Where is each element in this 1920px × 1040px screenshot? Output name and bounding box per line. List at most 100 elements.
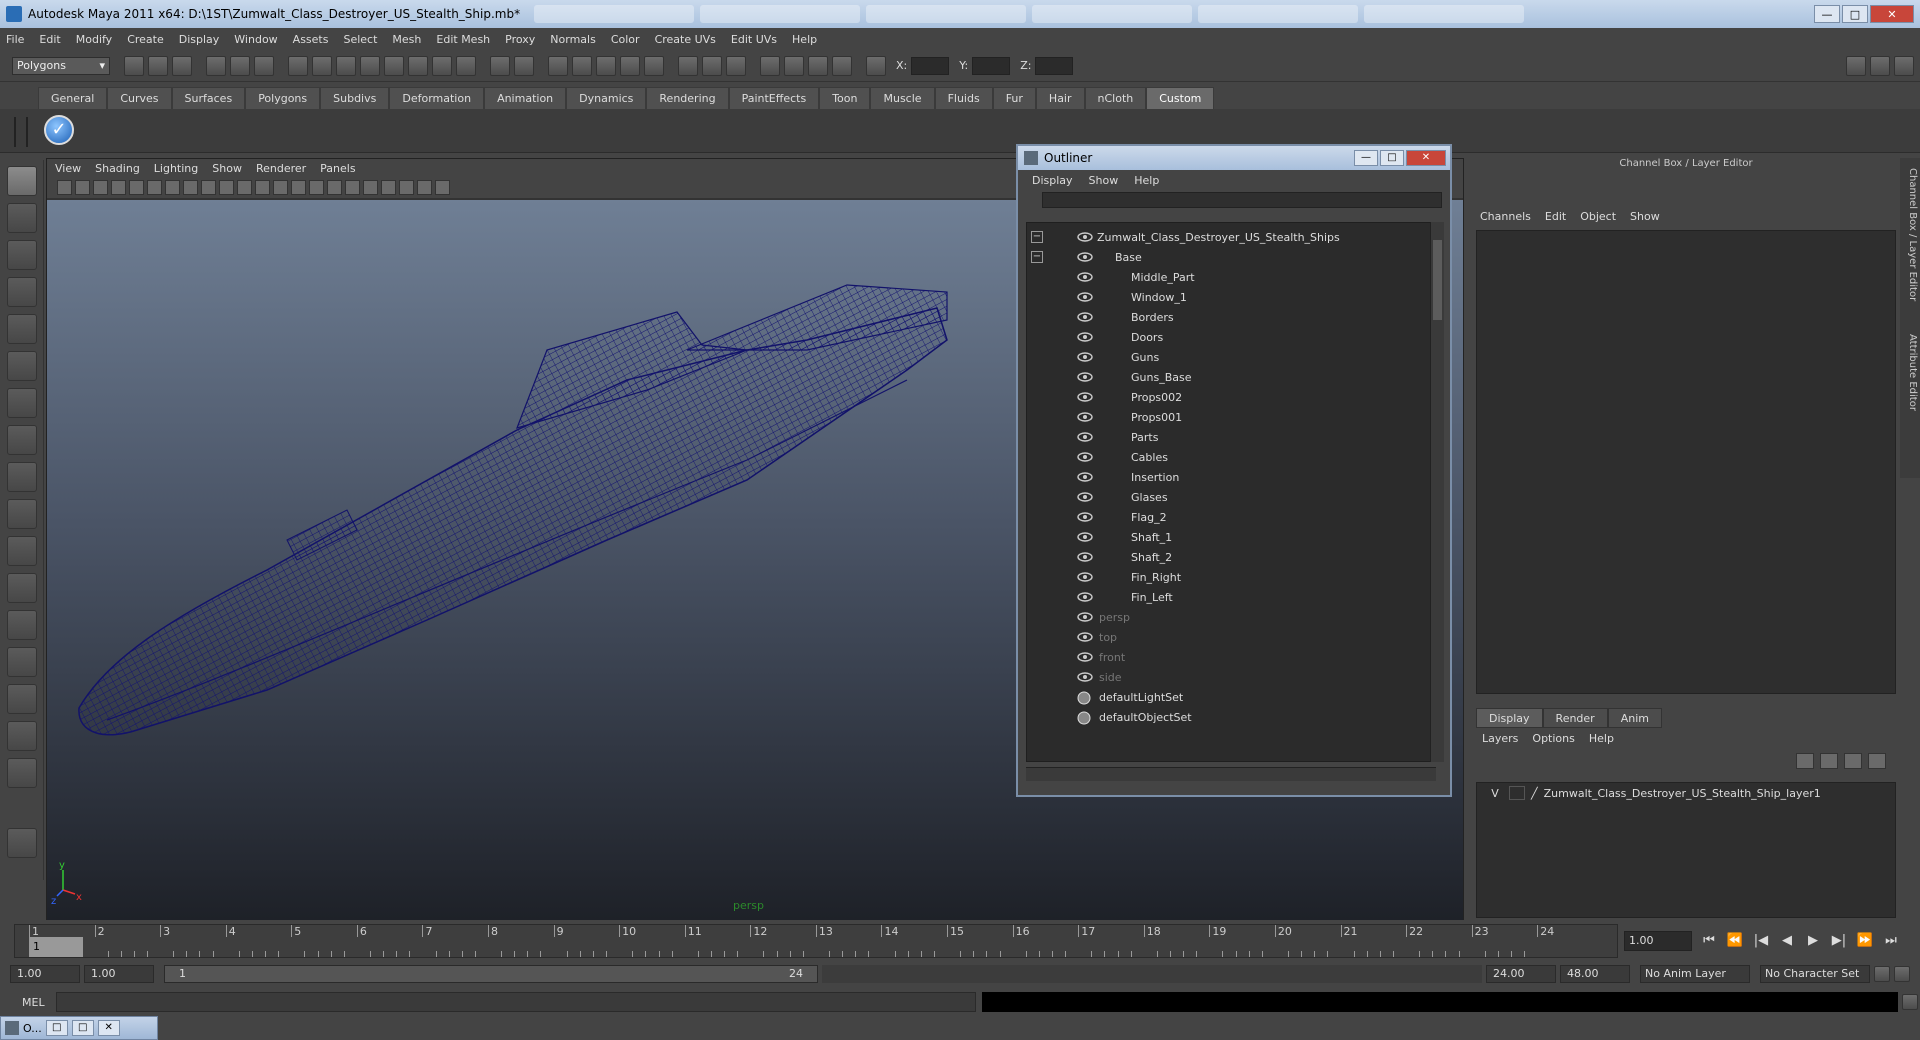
mask-misc-icon[interactable]: [456, 55, 476, 76]
layer-playback-toggle[interactable]: [1509, 786, 1525, 800]
toggle-tool-settings-icon[interactable]: [1870, 55, 1890, 76]
step-forward-frame-icon[interactable]: ▶|: [1830, 932, 1848, 950]
lock-selection-icon[interactable]: [490, 55, 510, 76]
move-layer-up-icon[interactable]: [1796, 753, 1814, 769]
shelf-tab-rendering[interactable]: Rendering: [646, 87, 729, 109]
paint-select-tool-icon[interactable]: [7, 240, 37, 270]
current-time-field[interactable]: 1.00: [1624, 931, 1692, 951]
go-to-end-icon[interactable]: ⏭: [1882, 932, 1900, 950]
viewport-menu-panels[interactable]: Panels: [320, 162, 355, 175]
wireframe-on-shaded-icon[interactable]: [291, 180, 306, 195]
close-minimized-button[interactable]: ✕: [97, 1020, 120, 1036]
transform-field-icon[interactable]: [866, 55, 886, 76]
hypergraph-icon[interactable]: [7, 828, 37, 858]
rotate-tool-icon[interactable]: [7, 314, 37, 344]
shelf-tab-subdivs[interactable]: Subdivs: [320, 87, 390, 109]
film-gate-icon[interactable]: [147, 180, 162, 195]
auto-key-icon[interactable]: [1874, 966, 1890, 982]
current-frame-indicator[interactable]: 1: [29, 937, 83, 957]
layer-visibility-toggle[interactable]: V: [1487, 787, 1503, 800]
outliner-item[interactable]: Doors: [1027, 327, 1427, 347]
shelf-tab-custom[interactable]: Custom: [1146, 87, 1215, 109]
outliner-horizontal-scrollbar[interactable]: [1026, 767, 1436, 781]
animation-preferences-icon[interactable]: [1894, 966, 1910, 982]
layer-tab-anim[interactable]: Anim: [1607, 708, 1662, 728]
outliner-item[interactable]: Middle_Part: [1027, 267, 1427, 287]
restore-button[interactable]: □: [45, 1020, 68, 1036]
create-layer-from-selected-icon[interactable]: [1868, 753, 1886, 769]
high-quality-icon[interactable]: [363, 180, 378, 195]
outliner-menu-show[interactable]: Show: [1089, 174, 1119, 187]
outliner-item[interactable]: top: [1027, 627, 1427, 647]
menu-help[interactable]: Help: [792, 33, 817, 46]
gate-mask-icon[interactable]: [183, 180, 198, 195]
collapse-icon[interactable]: −: [1031, 231, 1043, 243]
move-layer-down-icon[interactable]: [1820, 753, 1838, 769]
render-frame-icon[interactable]: [784, 55, 804, 76]
outliner-item[interactable]: Props002: [1027, 387, 1427, 407]
ipr-render-icon[interactable]: [808, 55, 828, 76]
menu-create[interactable]: Create: [127, 33, 164, 46]
use-all-lights-icon[interactable]: [327, 180, 342, 195]
outliner-item[interactable]: Parts: [1027, 427, 1427, 447]
toggle-attribute-editor-icon[interactable]: [1846, 55, 1866, 76]
select-tool-icon[interactable]: [7, 166, 37, 196]
wireframe-icon[interactable]: [255, 180, 270, 195]
outliner-item[interactable]: Borders: [1027, 307, 1427, 327]
layer-menu-layers[interactable]: Layers: [1482, 732, 1518, 745]
backface-culling-icon[interactable]: [435, 180, 450, 195]
persp-hypershade-layout-icon[interactable]: [7, 684, 37, 714]
cb-menu-show[interactable]: Show: [1630, 210, 1660, 223]
outliner-menu-help[interactable]: Help: [1134, 174, 1159, 187]
shelf-menu-handle[interactable]: [14, 117, 28, 147]
outliner-item[interactable]: defaultLightSet: [1027, 687, 1427, 707]
outliner-vertical-scrollbar[interactable]: [1430, 222, 1444, 762]
select-by-object-icon[interactable]: [230, 55, 250, 76]
scroll-thumb[interactable]: [1433, 240, 1442, 320]
smooth-shade-icon[interactable]: [273, 180, 288, 195]
side-tab-channel-box[interactable]: Channel Box / Layer Editor: [1902, 168, 1918, 301]
outliner-item[interactable]: Glases: [1027, 487, 1427, 507]
mask-curves-icon[interactable]: [336, 55, 356, 76]
mask-dynamics-icon[interactable]: [408, 55, 428, 76]
snap-view-plane-icon[interactable]: [620, 55, 640, 76]
layer-menu-help[interactable]: Help: [1589, 732, 1614, 745]
shelf-tab-polygons[interactable]: Polygons: [245, 87, 321, 109]
render-view-icon[interactable]: [760, 55, 780, 76]
cb-menu-edit[interactable]: Edit: [1545, 210, 1566, 223]
menu-display[interactable]: Display: [179, 33, 220, 46]
step-back-frame-icon[interactable]: |◀: [1752, 932, 1770, 950]
snap-point-icon[interactable]: [596, 55, 616, 76]
anim-layer-dropdown[interactable]: No Anim Layer: [1640, 965, 1750, 983]
select-by-hierarchy-icon[interactable]: [206, 55, 226, 76]
cb-menu-object[interactable]: Object: [1580, 210, 1616, 223]
menu-select[interactable]: Select: [343, 33, 377, 46]
shelf-tab-curves[interactable]: Curves: [107, 87, 172, 109]
outliner-item[interactable]: Flag_2: [1027, 507, 1427, 527]
make-live-icon[interactable]: [644, 55, 664, 76]
snap-curve-icon[interactable]: [572, 55, 592, 76]
minimized-window[interactable]: O... □ □ ✕: [0, 1016, 158, 1040]
outliner-filter-input[interactable]: [1042, 192, 1442, 208]
mask-deformers-icon[interactable]: [384, 55, 404, 76]
select-by-component-icon[interactable]: [254, 55, 274, 76]
outliner-item[interactable]: − Base: [1027, 247, 1427, 267]
xray-joints-icon[interactable]: [417, 180, 432, 195]
menu-color[interactable]: Color: [611, 33, 640, 46]
new-scene-icon[interactable]: [124, 55, 144, 76]
persp-outliner-layout-icon[interactable]: [7, 610, 37, 640]
viewport-menu-show[interactable]: Show: [212, 162, 242, 175]
shelf-tab-animation[interactable]: Animation: [484, 87, 567, 109]
outliner-item[interactable]: Guns_Base: [1027, 367, 1427, 387]
outliner-item[interactable]: defaultObjectSet: [1027, 707, 1427, 727]
shelf-tab-muscle[interactable]: Muscle: [870, 87, 935, 109]
layer-tab-render[interactable]: Render: [1542, 708, 1608, 728]
history-icon[interactable]: [678, 55, 698, 76]
isolate-select-icon[interactable]: [381, 180, 396, 195]
character-set-dropdown[interactable]: No Character Set: [1760, 965, 1870, 983]
outliner-item[interactable]: Insertion: [1027, 467, 1427, 487]
shelf-tab-surfaces[interactable]: Surfaces: [171, 87, 246, 109]
playback-end-field[interactable]: 24.00: [1486, 965, 1556, 983]
scale-tool-icon[interactable]: [7, 351, 37, 381]
bookmarks-icon[interactable]: [93, 180, 108, 195]
